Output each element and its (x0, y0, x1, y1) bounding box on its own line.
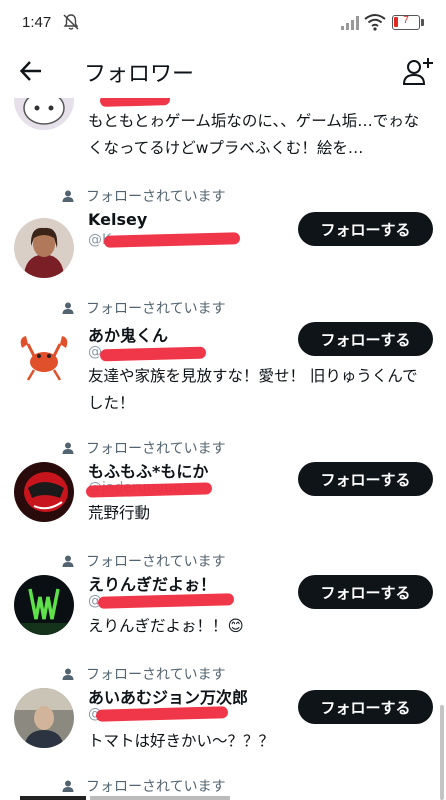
follow-button[interactable]: フォローする (298, 690, 433, 724)
user-bio: 友達や家族を見放すな！愛せ！ 旧りゅうくんでした！ (88, 367, 418, 412)
follows-you-label: フォローされています (62, 438, 226, 458)
follows-you-text: フォローされています (86, 301, 226, 317)
notifications-muted-icon (63, 14, 79, 30)
redaction-mark (99, 346, 207, 362)
list-item[interactable]: フォローされています Kelsey @K フォローする (0, 186, 446, 296)
user-name[interactable]: あいあむジョン万次郎 (88, 684, 248, 708)
status-bar: 1:47 7 (0, 0, 446, 46)
avatar[interactable] (14, 328, 74, 388)
page-title: フォロワー (84, 62, 195, 87)
follows-you-text: フォローされています (86, 441, 226, 457)
follows-you-label: フォローされています (62, 664, 226, 684)
avatar[interactable] (14, 98, 74, 130)
app-header: フォロワー (0, 46, 446, 98)
person-icon (62, 555, 74, 567)
user-bio: トマトは好きかい～？？？ (88, 732, 275, 750)
list-item[interactable]: フォローされています あいあむジョン万次郎 @ トマトは好きかい～？？？ フォロ… (0, 664, 446, 774)
back-arrow-icon[interactable] (18, 58, 44, 84)
person-icon (62, 442, 74, 454)
avatar[interactable] (14, 575, 74, 635)
scrollbar[interactable] (440, 705, 444, 800)
follows-you-text: フォローされています (86, 779, 226, 795)
user-bio: えりんぎだよぉ！！😊 (88, 617, 244, 635)
avatar[interactable] (14, 688, 74, 748)
add-user-icon[interactable] (402, 56, 434, 86)
person-icon (62, 668, 74, 680)
user-name[interactable]: Kelsey (88, 210, 147, 229)
battery-icon: 7 (392, 15, 420, 30)
redaction-mark (85, 482, 213, 498)
follows-you-label: フォローされています (62, 776, 226, 796)
follows-you-text: フォローされています (86, 667, 226, 683)
redaction-mark (97, 593, 235, 609)
redaction-mark (95, 706, 229, 722)
list-item[interactable]: フォローされています あか鬼くん @ 友達や家族を見放すな！愛せ！ 旧りゅうくん… (0, 298, 446, 460)
follow-button[interactable]: フォローする (298, 575, 433, 609)
user-bio: もともとゎゲーム垢なのに、、ゲーム垢…でゎなくなってるけどwプラベふくむ！絵を… (88, 112, 420, 157)
list-item[interactable]: もともとゎゲーム垢なのに、、ゲーム垢…でゎなくなってるけどwプラベふくむ！絵を… (0, 98, 446, 178)
follows-you-text: フォローされています (86, 189, 226, 205)
battery-tip (421, 19, 424, 26)
list-item[interactable]: フォローされています もふもふ*もにか @jaderuuuuo 荒野行動 フォロ… (0, 438, 446, 548)
wifi-icon (364, 14, 386, 31)
signal-icon (341, 16, 359, 30)
user-name[interactable]: えりんぎだよぉ！ (88, 571, 216, 595)
next-avatar-edge (20, 796, 230, 800)
follows-you-label: フォローされています (62, 298, 226, 318)
avatar[interactable] (14, 462, 74, 522)
follows-you-text: フォローされています (86, 554, 226, 570)
redaction-mark (99, 98, 171, 107)
follow-button[interactable]: フォローする (298, 322, 433, 356)
follows-you-label: フォローされています (62, 186, 226, 206)
follows-you-label: フォローされています (62, 551, 226, 571)
follow-button[interactable]: フォローする (298, 212, 433, 246)
person-icon (62, 780, 74, 792)
user-name[interactable]: もふもふ*もにか (88, 458, 208, 482)
battery-level: 7 (403, 15, 409, 26)
redaction-mark (103, 232, 241, 248)
avatar[interactable] (14, 218, 74, 278)
user-bio: 荒野行動 (88, 504, 151, 522)
user-name[interactable]: あか鬼くん (88, 322, 168, 346)
followers-list: もともとゎゲーム垢なのに、、ゲーム垢…でゎなくなってるけどwプラベふくむ！絵を…… (0, 98, 446, 800)
list-item[interactable]: フォローされています えりんぎだよぉ！ @ えりんぎだよぉ！！😊 フォローする (0, 551, 446, 663)
person-icon (62, 190, 74, 202)
status-time: 1:47 (22, 14, 52, 31)
follow-button[interactable]: フォローする (298, 462, 433, 496)
person-icon (62, 302, 74, 314)
